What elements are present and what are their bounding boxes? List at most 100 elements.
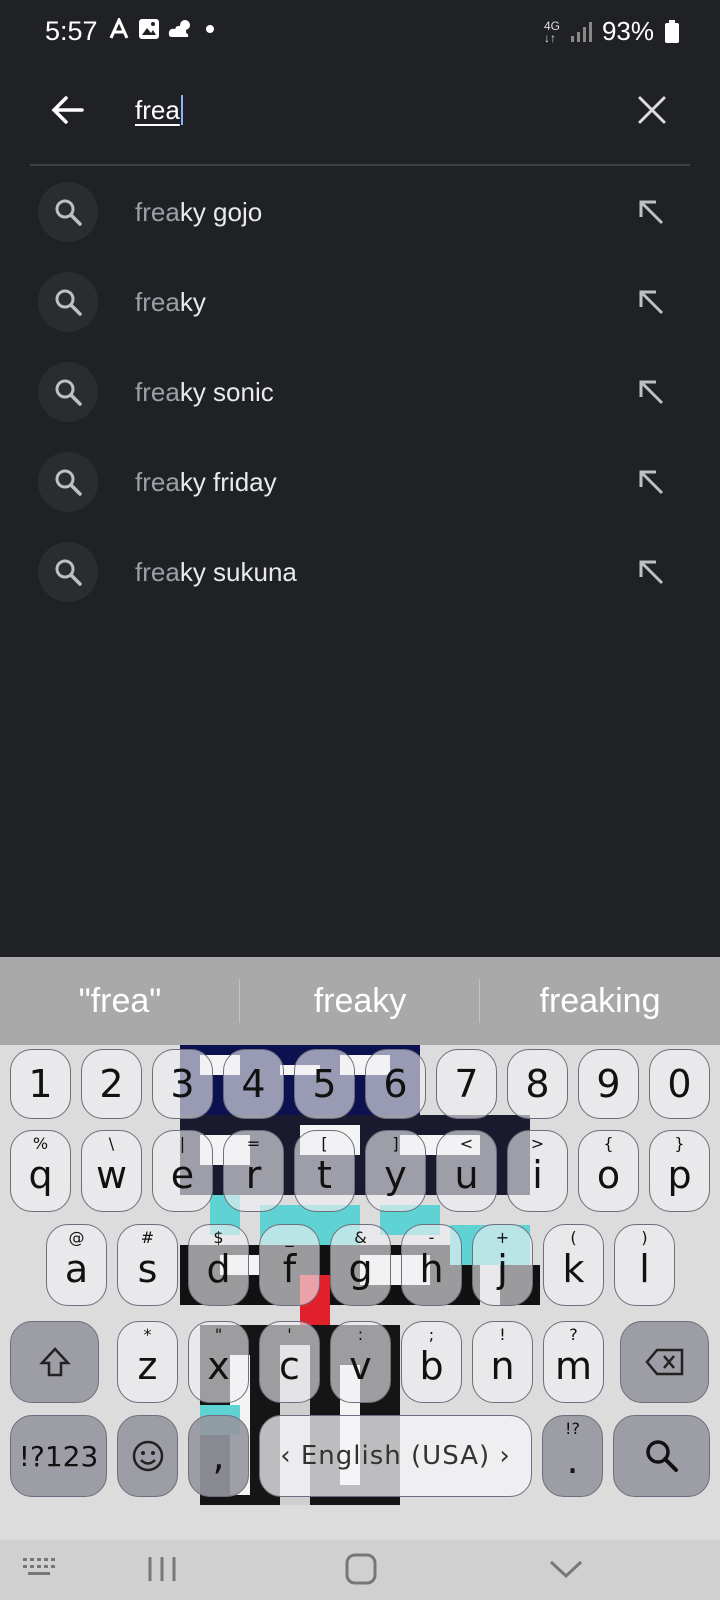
suggestion-item[interactable]: freaky sonic [0,347,720,437]
key-label: 1 [28,1062,53,1106]
prediction-item[interactable]: freaking [480,957,720,1045]
arrow-back-icon[interactable] [48,90,88,130]
key-label: w [95,1153,128,1197]
key-a[interactable]: @ a [46,1224,107,1306]
fill-query-arrow-icon[interactable] [634,555,668,589]
key-3[interactable]: 3 [152,1049,213,1119]
fill-query-arrow-icon[interactable] [634,195,668,229]
recents-icon[interactable] [146,1552,180,1586]
search-icon [645,1440,678,1472]
search-action-key[interactable] [613,1415,710,1497]
key-label: z [137,1344,158,1388]
keyboard: "frea" freaky freaking 1 2 3 4 5 6 7 8 9 0% q \ w | e =… [0,957,720,1540]
key-5[interactable]: 5 [294,1049,355,1119]
key-8[interactable]: 8 [507,1049,568,1119]
shift-key[interactable] [10,1321,99,1403]
navigation-bar [0,1540,720,1600]
key-s[interactable]: # s [117,1224,178,1306]
suggestion-item[interactable]: freaky friday [0,437,720,527]
key-h[interactable]: -h [401,1224,462,1306]
key-p[interactable]: } p [649,1130,710,1212]
key-k[interactable]: (k [543,1224,604,1306]
key-4[interactable]: 4 [223,1049,284,1119]
search-input[interactable]: frea [135,95,183,126]
space-bar[interactable]: ‹ English (USA) › [259,1415,532,1497]
symbols-key[interactable]: !?123 [10,1415,107,1497]
search-bar: frea [0,62,720,166]
key-label: a [64,1247,89,1291]
key-secondary-label: & [354,1228,367,1247]
key-q[interactable]: % q [10,1130,71,1212]
key-o[interactable]: {o [578,1130,639,1212]
key-y[interactable]: ] y [365,1130,426,1212]
key-label: ‹ English (USA) › [280,1441,511,1471]
key-secondary-label: ( [570,1228,577,1247]
key-u[interactable]: < u [436,1130,497,1212]
key-z[interactable]: * z [117,1321,178,1403]
comma-key[interactable]: , [188,1415,249,1497]
key-secondary-label: = [246,1134,261,1153]
key-t[interactable]: [t [294,1130,355,1212]
punctuation-key[interactable]: !?. [542,1415,603,1497]
key-w[interactable]: \ w [81,1130,142,1212]
key-7[interactable]: 7 [436,1049,497,1119]
suggestion-text: freaky sukuna [135,557,297,587]
key-b[interactable]: ; b [401,1321,462,1403]
close-icon[interactable] [636,94,668,126]
shift-icon [38,1347,71,1377]
key-label: n [490,1344,515,1388]
suggestion-item[interactable]: freaky sukuna [0,527,720,617]
key-secondary-label: _ [285,1228,294,1247]
emoji-icon [132,1440,163,1472]
key-label: p [667,1153,692,1197]
key-l[interactable]: ) l [614,1224,675,1306]
key-label: 8 [525,1062,550,1106]
key-c[interactable]: ' c [259,1321,320,1403]
suggestion-item[interactable]: freaky [0,257,720,347]
dot-icon [206,25,214,33]
key-f[interactable]: _ f [259,1224,320,1306]
prediction-item[interactable]: "frea" [0,957,240,1045]
key-secondary-label: " [214,1325,223,1344]
suggestion-item[interactable]: freaky gojo [0,167,720,257]
key-r[interactable]: = r [223,1130,284,1212]
key-secondary-label: + [495,1228,510,1247]
key-secondary-label: !? [565,1419,580,1438]
key-n[interactable]: ! n [472,1321,533,1403]
key-v[interactable]: :v [330,1321,391,1403]
back-chevron-icon[interactable] [548,1552,584,1586]
key-x[interactable]: " x [188,1321,249,1403]
key-label: 5 [312,1062,337,1106]
key-secondary-label: # [140,1228,155,1247]
key-label: j [497,1247,508,1291]
key-0[interactable]: 0 [649,1049,710,1119]
key-m[interactable]: ? m [543,1321,604,1403]
key-j[interactable]: + j [472,1224,533,1306]
emoji-key[interactable] [117,1415,178,1497]
key-d[interactable]: $ d [188,1224,249,1306]
fill-query-arrow-icon[interactable] [634,465,668,499]
key-label: u [454,1153,479,1197]
key-label: 6 [383,1062,408,1106]
key-secondary-label: ) [641,1228,648,1247]
fill-query-arrow-icon[interactable] [634,285,668,319]
backspace-key[interactable] [620,1321,709,1403]
key-label: 0 [667,1062,692,1106]
keyboard-hide-icon[interactable] [22,1552,58,1582]
key-1[interactable]: 1 [10,1049,71,1119]
key-e[interactable]: | e [152,1130,213,1212]
fill-query-arrow-icon[interactable] [634,375,668,409]
weather-icon [168,20,190,37]
image-icon [139,19,159,39]
key-9[interactable]: 9 [578,1049,639,1119]
search-icon [38,272,98,332]
key-2[interactable]: 2 [81,1049,142,1119]
signal-icon [570,21,592,42]
key-i[interactable]: > i [507,1130,568,1212]
prediction-item[interactable]: freaky [240,957,480,1045]
key-g[interactable]: & g [330,1224,391,1306]
key-label: y [384,1153,407,1197]
home-icon[interactable] [344,1552,378,1586]
key-6[interactable]: 6 [365,1049,426,1119]
search-icon [38,452,98,512]
